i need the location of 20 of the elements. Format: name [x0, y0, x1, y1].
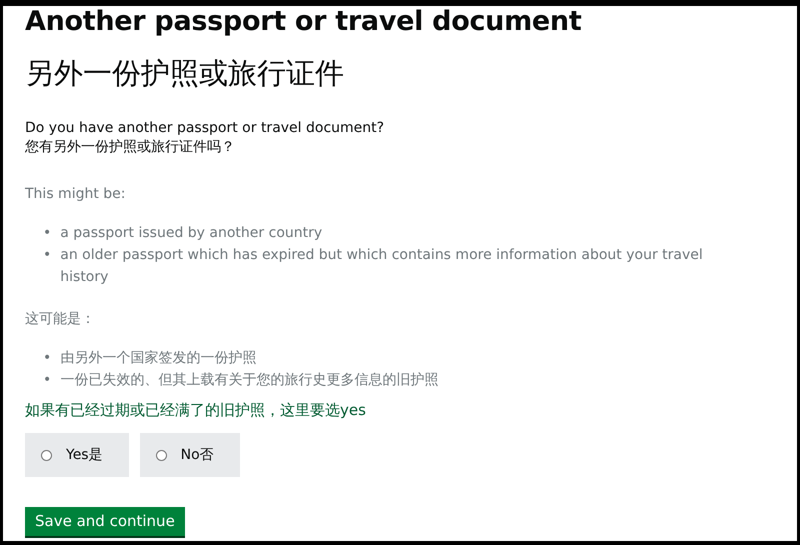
hint-text: This might be: [25, 185, 127, 204]
radio-button[interactable] [156, 450, 167, 460]
question-text: Do you have another passport or travel document? [25, 119, 386, 138]
radio-button[interactable] [41, 450, 52, 460]
bullet: • [43, 224, 52, 243]
radio-option[interactable]: No否 [140, 433, 240, 477]
bullet: • [43, 246, 52, 265]
list-item: a passport issued by another country [60, 224, 322, 243]
list-item: 由另外一个国家签发的一份护照 [60, 349, 256, 368]
list-item: an older passport which has expired but which contains more information about your travel history [60, 246, 704, 287]
page-heading: 另外一份护照或旅行证件 [25, 55, 345, 91]
bullet: • [43, 349, 52, 368]
save-button[interactable]: Save and continue [25, 507, 185, 538]
bullet: • [43, 371, 52, 390]
hint-text: 这可能是： [25, 310, 96, 329]
note-text: 如果有已经过期或已经满了的旧护照，这里要选yes [25, 400, 367, 421]
radio-option[interactable]: Yes是 [25, 433, 129, 477]
question-text: 您有另外一份护照或旅行证件吗？ [25, 138, 236, 157]
page-heading: Another passport or travel document [25, 6, 582, 38]
list-item: 一份已失效的、但其上载有关于您的旅行史更多信息的旧护照 [60, 371, 438, 390]
